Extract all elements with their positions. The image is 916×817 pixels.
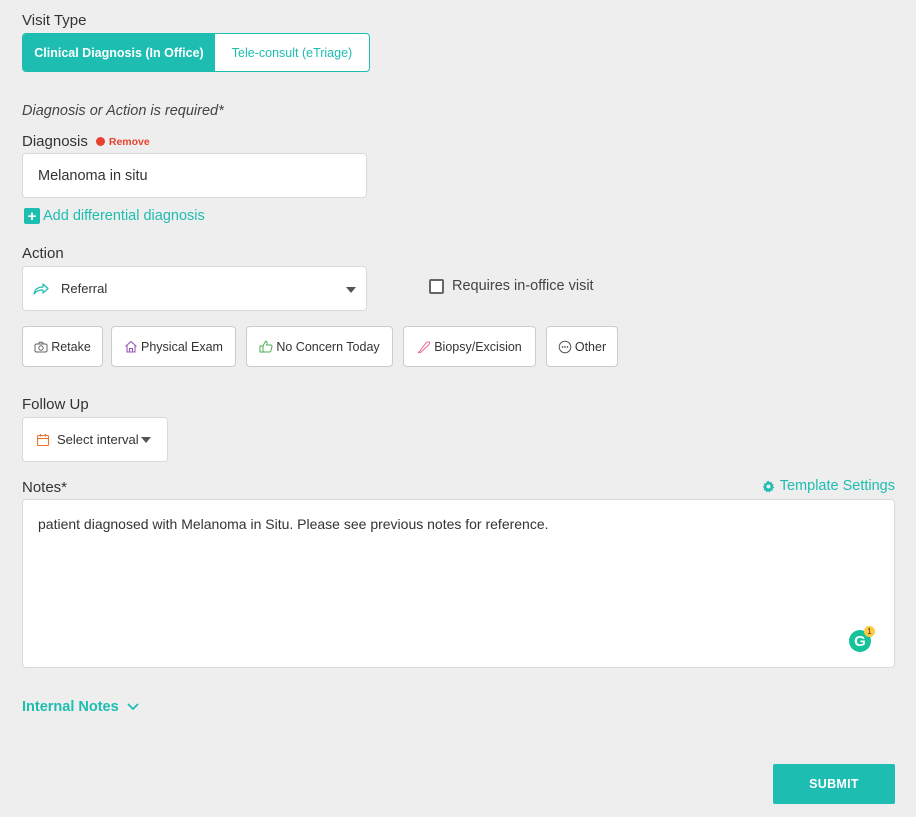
follow-up-placeholder: Select interval: [57, 432, 139, 447]
action-select[interactable]: Referral: [22, 266, 367, 311]
calendar-icon: [36, 433, 50, 446]
physical-exam-button[interactable]: Physical Exam: [111, 326, 236, 367]
chevron-down-icon: [346, 287, 356, 293]
add-differential-label: Add differential diagnosis: [43, 208, 205, 224]
notes-label: Notes*: [22, 479, 68, 496]
visit-type-option-teleconsult[interactable]: Tele-consult (eTriage): [215, 34, 369, 71]
house-icon: [125, 340, 137, 353]
chevron-down-icon: [127, 703, 139, 710]
grammarly-count-badge: 1: [864, 626, 875, 637]
remove-dot-icon: [95, 137, 105, 146]
internal-notes-toggle[interactable]: Internal Notes: [22, 699, 139, 715]
retake-button[interactable]: Retake: [22, 326, 103, 367]
diagnosis-header: Diagnosis Remove: [22, 133, 150, 150]
internal-notes-label: Internal Notes: [22, 699, 119, 715]
add-differential-diagnosis-button[interactable]: + Add differential diagnosis: [24, 208, 205, 224]
diagnosis-input[interactable]: Melanoma in situ: [22, 153, 367, 198]
requires-visit-checkbox[interactable]: [429, 278, 444, 294]
no-concern-today-button[interactable]: No Concern Today: [246, 326, 393, 367]
other-label: Other: [574, 339, 607, 354]
no-concern-today-label: No Concern Today: [276, 339, 380, 354]
submit-button[interactable]: SUBMIT: [773, 764, 895, 804]
remove-diagnosis-link[interactable]: Remove: [109, 136, 150, 148]
action-selected-value: Referral: [61, 281, 108, 296]
retake-label: Retake: [51, 339, 91, 354]
chevron-down-icon: [140, 436, 151, 443]
requires-visit-label: Requires in-office visit: [452, 278, 594, 294]
thumbs-up-icon: [259, 340, 273, 353]
biopsy-excision-label: Biopsy/Excision: [434, 339, 522, 354]
visit-type-option-clinical[interactable]: Clinical Diagnosis (In Office): [23, 34, 215, 71]
plus-icon: +: [24, 208, 40, 224]
visit-type-label: Visit Type: [22, 12, 87, 29]
notes-textarea[interactable]: patient diagnosed with Melanoma in Situ.…: [22, 499, 895, 668]
template-settings-link[interactable]: Template Settings: [762, 478, 895, 494]
follow-up-interval-select[interactable]: Select interval: [22, 417, 168, 462]
other-button[interactable]: Other: [546, 326, 618, 367]
biopsy-excision-button[interactable]: Biopsy/Excision: [403, 326, 536, 367]
template-settings-label: Template Settings: [779, 478, 895, 494]
required-note: Diagnosis or Action is required*: [22, 103, 224, 119]
gear-icon: [762, 480, 774, 492]
action-label: Action: [22, 245, 64, 262]
physical-exam-label: Physical Exam: [141, 339, 223, 354]
follow-up-label: Follow Up: [22, 396, 89, 413]
diagnosis-label: Diagnosis: [22, 133, 88, 150]
requires-visit-checkbox-row[interactable]: Requires in-office visit: [429, 278, 594, 294]
visit-type-toggle: Clinical Diagnosis (In Office) Tele-cons…: [22, 33, 370, 72]
scalpel-icon: [417, 340, 431, 353]
more-options-icon: [558, 340, 572, 353]
share-arrow-icon: [33, 282, 49, 296]
camera-icon: [34, 341, 48, 352]
